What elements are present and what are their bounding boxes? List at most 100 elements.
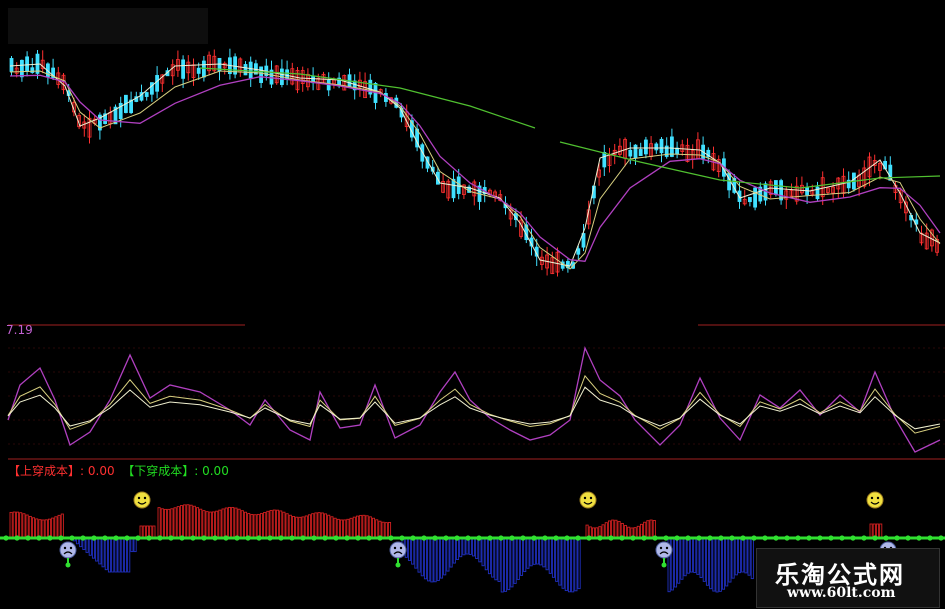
histogram-bar-blue [709,537,713,590]
candlestick [628,149,633,157]
histogram-bar-blue [728,537,732,583]
baseline-dot [861,535,867,541]
histogram-bar-blue [471,537,476,557]
histogram-bar-blue [462,537,466,556]
histogram-bar-red [381,521,385,539]
histogram-bar-red [22,513,26,539]
baseline-dot [872,535,878,541]
histogram-bar-red [51,517,55,539]
smiley-face-icon [133,491,151,509]
histogram-bar-blue [571,537,575,593]
baseline-dot [47,535,53,541]
candlestick [748,197,752,203]
histogram-bar-blue [519,537,524,576]
histogram-bar-blue [423,537,428,580]
histogram-bar-blue [744,537,748,574]
histogram-bar-red [157,507,161,539]
histogram-bar-red [607,520,612,539]
oscillator-line-purple [7,345,941,453]
histogram-bar-red [343,519,347,539]
baseline-dot [69,535,75,541]
histogram-bar-red [266,510,270,539]
histogram-bar-red [279,510,283,539]
histogram-bar-blue [491,537,495,578]
candlestick [659,138,664,154]
histogram-bar-red [330,516,334,539]
sad-eye [69,546,73,550]
histogram-bar-red [47,518,52,539]
baseline-dot [102,535,108,541]
histogram-bar-blue [555,537,559,582]
baseline-dot [421,535,427,541]
histogram-bar-blue [712,537,716,592]
baseline-dot [465,535,471,541]
histogram-bar-red [323,513,328,539]
histogram-bar-blue [686,537,690,574]
histogram-bar-blue [446,537,450,572]
histogram-bar-red [352,516,356,539]
histogram-bar-blue [107,537,112,573]
histogram-bar-red [202,510,206,539]
smiley-eye [583,496,587,500]
baseline-dot [795,535,801,541]
histogram-bar-blue [737,537,742,574]
histogram-bar-blue [443,537,447,576]
histogram-bar-red [639,523,644,539]
histogram-bar-red [224,507,228,539]
baseline-dot [322,535,328,541]
histogram-bar-blue [114,537,118,573]
candlestick [774,180,778,195]
baseline-dot [597,535,603,541]
histogram-bar-blue [539,537,543,566]
histogram-bar-blue [411,537,415,565]
baseline-dot [586,535,592,541]
histogram-bar-red [291,516,296,539]
baseline-dot [762,535,768,541]
histogram-bar-blue [548,537,552,574]
candlestick [30,67,35,73]
histogram-bar-blue [564,537,568,592]
candlestick [144,92,149,97]
histogram-bar-red [227,506,232,539]
histogram-bar-red [298,516,302,539]
sad-face-icon [655,541,673,559]
histogram-bar-red [282,511,286,539]
histogram-bar-red [211,511,216,539]
histogram-bar-blue [484,537,488,571]
histogram-bar-blue [693,537,697,573]
histogram-bar-blue [718,537,722,592]
signal-dot [65,562,71,568]
histogram-bar-blue [715,537,719,593]
sad-eye [665,546,669,550]
histogram-bar-red [247,513,251,539]
baseline-dot [905,535,911,541]
histogram-bar-red [192,505,196,539]
baseline-dot [256,535,262,541]
histogram-bar-red [288,514,292,539]
histogram-bar-red [368,516,372,539]
histogram-bar-red [623,525,628,539]
candlestick [576,248,581,255]
sad-face-icon [389,541,407,559]
baseline-dot [707,535,713,541]
histogram-bar-blue [111,537,115,573]
candlestick [779,180,783,201]
baseline-dot [740,535,746,541]
baseline-dot [3,535,9,541]
histogram-bar-red [307,514,312,539]
histogram-bar-red [652,520,656,539]
histogram-bar-blue [523,537,527,573]
baseline-dot [25,535,31,541]
histogram-bar-red [9,511,13,539]
baseline-dot [333,535,339,541]
watermark-badge: 乐淘公式网 www.60lt.com [756,548,940,608]
histogram-bar-blue [117,537,121,573]
candlestick [155,75,160,92]
baseline-dot [927,535,933,541]
histogram-bar-red [646,520,650,539]
baseline-dot [520,535,526,541]
histogram-bar-blue [507,537,511,591]
histogram-bar-blue [487,537,492,575]
histogram-bar-red [627,526,631,539]
histogram-bar-blue [677,537,681,584]
